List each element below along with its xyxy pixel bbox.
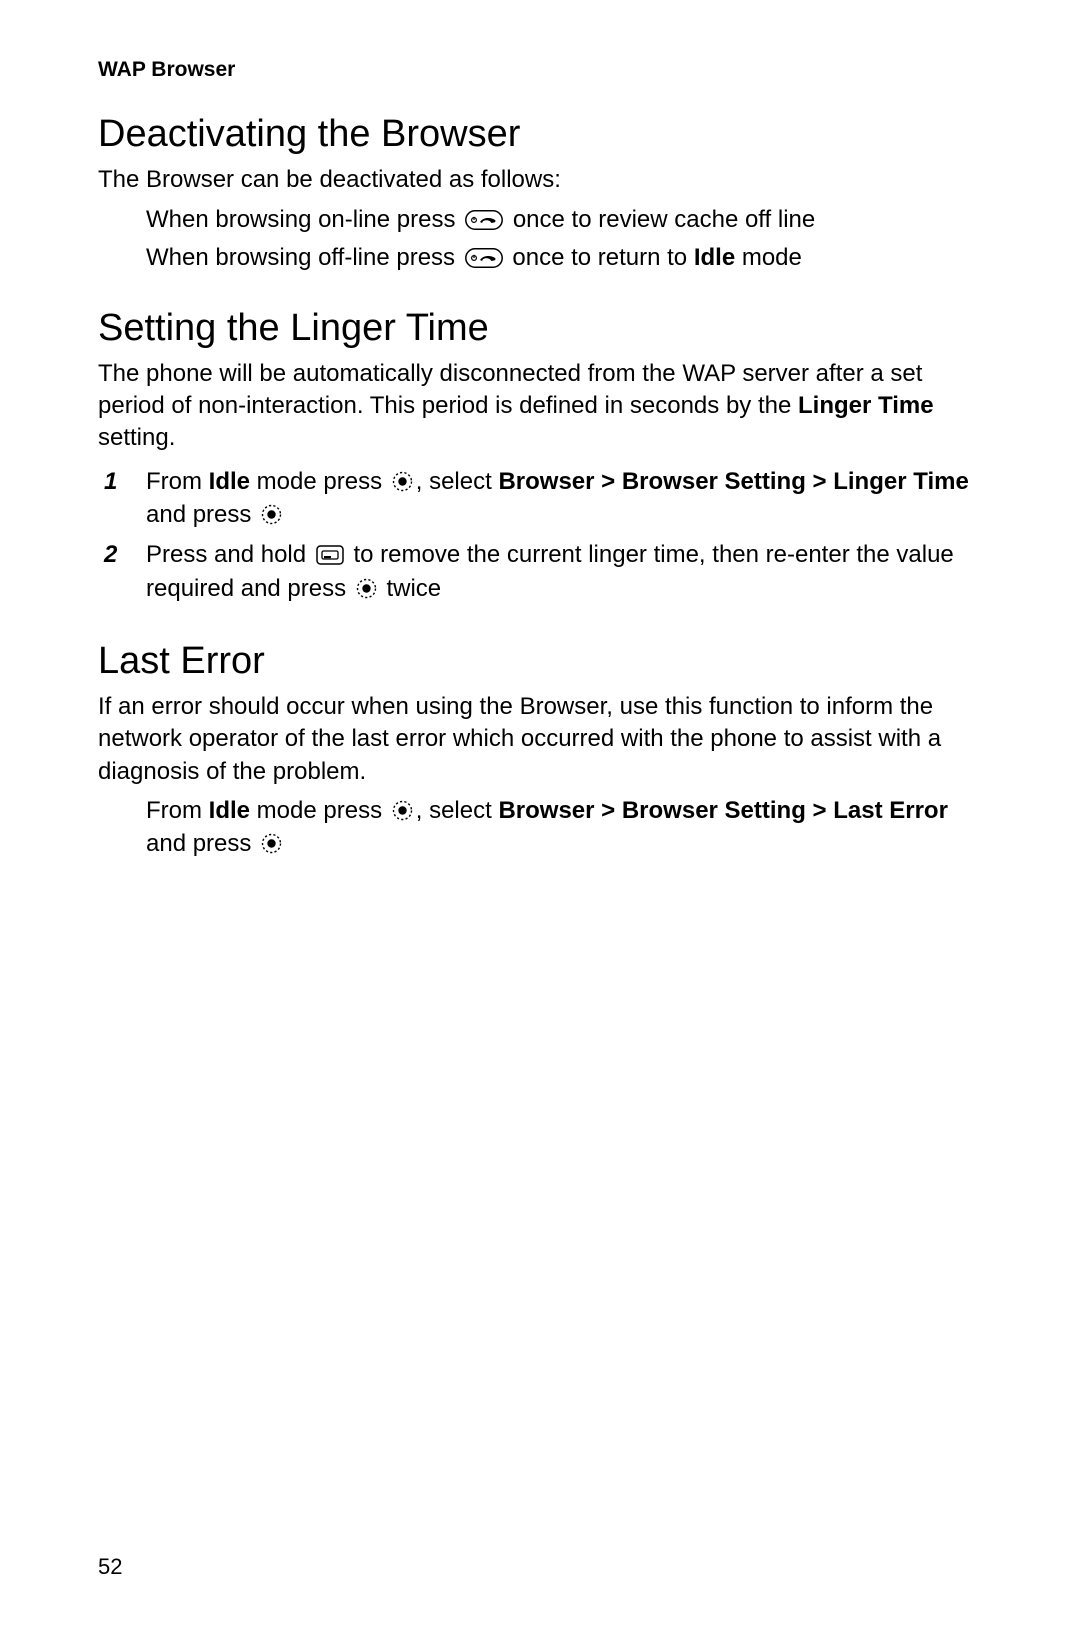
step-body: From Idle mode press , select Browser > …	[146, 465, 982, 532]
nav-select-key-icon	[392, 471, 413, 492]
heading-deactivating: Deactivating the Browser	[98, 112, 982, 158]
text: When browsing off-line press	[146, 244, 462, 271]
path-bold: Browser > Browser Setting > Last Error	[498, 797, 947, 824]
page-container: WAP Browser Deactivating the Browser The…	[0, 0, 1080, 1632]
page-number: 52	[98, 1554, 122, 1580]
end-call-key-icon	[465, 248, 503, 268]
deactivating-steps: When browsing on-line press once to revi…	[146, 202, 982, 276]
deactivating-intro: The Browser can be deactivated as follow…	[98, 164, 982, 196]
text: When browsing on-line press	[146, 206, 462, 233]
step-body: Press and hold to remove the current lin…	[146, 538, 982, 605]
text: setting.	[98, 424, 175, 451]
text: twice	[386, 575, 441, 602]
path-bold: Browser > Browser Setting > Linger Time	[498, 468, 968, 495]
heading-last-error: Last Error	[98, 639, 982, 685]
deactivating-line2: When browsing off-line press once to ret…	[146, 240, 982, 276]
text: mode press	[250, 797, 389, 824]
nav-select-key-icon	[261, 504, 282, 525]
text: From	[146, 797, 209, 824]
linger-steps: 1 From Idle mode press , select Browser …	[98, 465, 982, 605]
deactivating-line1: When browsing on-line press once to revi…	[146, 202, 982, 238]
linger-paragraph: The phone will be automatically disconne…	[98, 358, 982, 455]
text: and press	[146, 501, 258, 528]
nav-select-key-icon	[356, 578, 377, 599]
idle-bold: Idle	[694, 244, 735, 271]
step-2: 2 Press and hold to remove the current l…	[98, 538, 982, 605]
last-error-paragraph: If an error should occur when using the …	[98, 691, 982, 788]
idle-bold: Idle	[209, 797, 250, 824]
step-number: 1	[98, 465, 146, 499]
step-1: 1 From Idle mode press , select Browser …	[98, 465, 982, 532]
text: once to review cache off line	[513, 206, 815, 233]
nav-select-key-icon	[261, 833, 282, 854]
step-number: 2	[98, 538, 146, 572]
text: , select	[416, 797, 499, 824]
text: Press and hold	[146, 541, 313, 568]
heading-linger-time: Setting the Linger Time	[98, 306, 982, 352]
clear-key-icon	[316, 545, 344, 565]
running-head: WAP Browser	[98, 58, 982, 82]
text: mode	[735, 244, 802, 271]
linger-time-bold: Linger Time	[798, 392, 934, 419]
text: once to return to	[512, 244, 693, 271]
nav-select-key-icon	[392, 800, 413, 821]
text: mode press	[250, 468, 389, 495]
text: and press	[146, 830, 258, 857]
end-call-key-icon	[465, 210, 503, 230]
text: , select	[416, 468, 499, 495]
idle-bold: Idle	[209, 468, 250, 495]
last-error-instruction: From Idle mode press , select Browser > …	[146, 794, 982, 861]
text: From	[146, 468, 209, 495]
